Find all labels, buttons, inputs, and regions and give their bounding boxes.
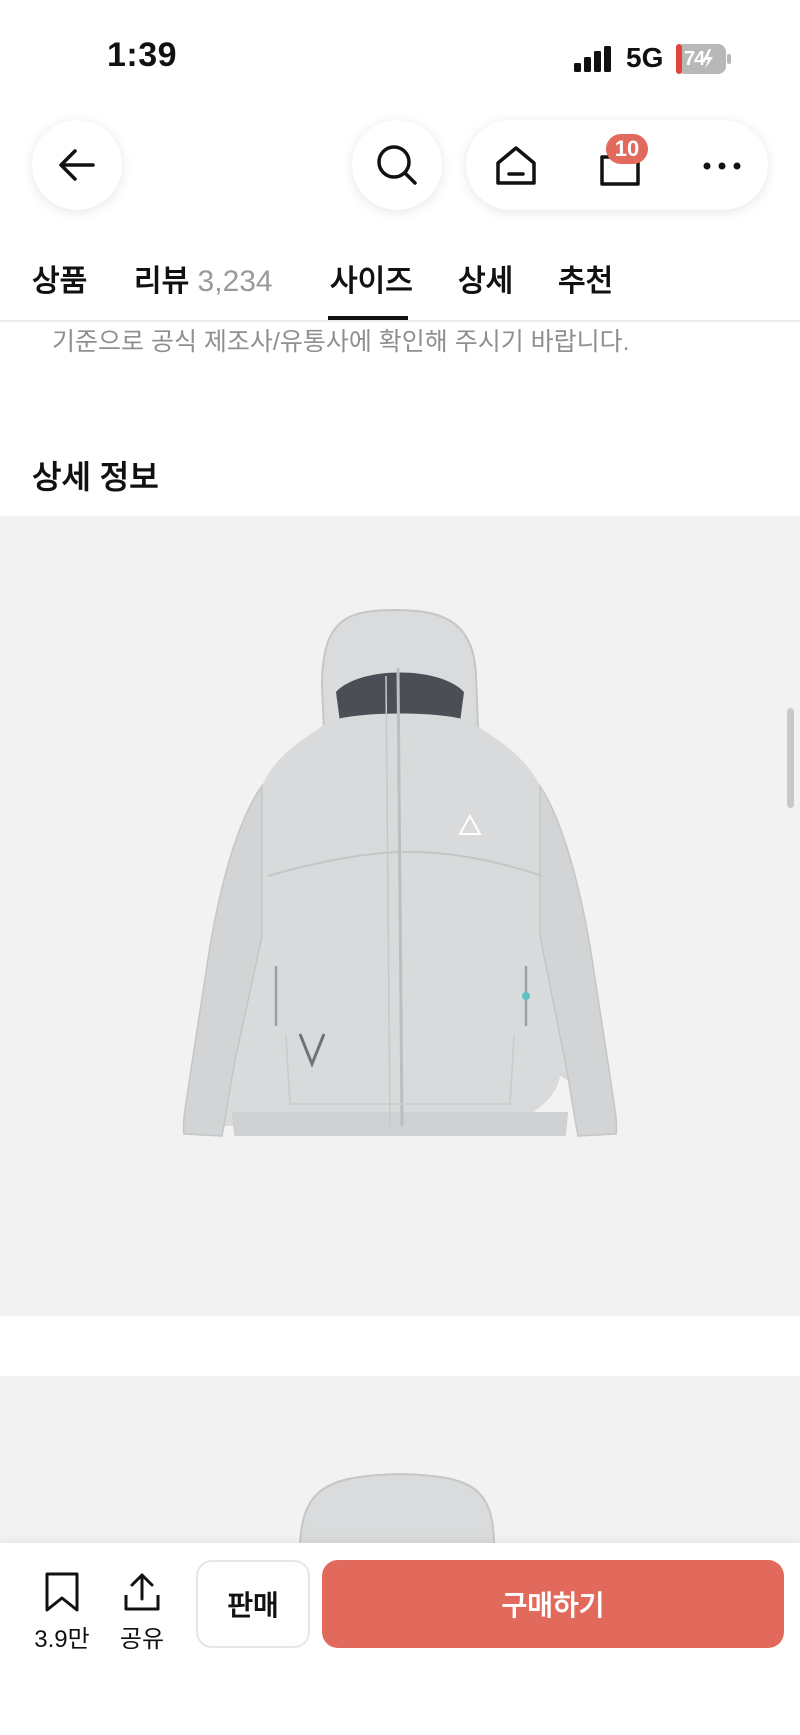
more-options-button[interactable] xyxy=(694,138,750,194)
home-icon xyxy=(496,146,536,185)
scrollbar[interactable] xyxy=(787,708,794,808)
tab-size[interactable]: 사이즈 xyxy=(330,256,413,300)
tab-review-label: 리뷰 xyxy=(134,265,190,298)
bookmark-button[interactable]: 3.9만 xyxy=(24,1571,100,1654)
search-icon xyxy=(377,145,417,185)
tab-product[interactable]: 상품 xyxy=(32,256,87,300)
section-title: 상세 정보 xyxy=(32,459,159,495)
sell-button[interactable]: 판매 xyxy=(196,1560,310,1648)
nav-actions-pill: 10 xyxy=(466,120,768,210)
battery-indicator: 74 xyxy=(676,44,732,74)
buy-button[interactable]: 구매하기 xyxy=(322,1560,784,1648)
bookmark-icon xyxy=(45,1572,79,1612)
cart-count-badge: 10 xyxy=(606,134,648,164)
back-arrow-icon xyxy=(59,149,95,181)
signal-strength-icon xyxy=(574,46,611,72)
tab-detail[interactable]: 상세 xyxy=(458,256,513,300)
share-icon xyxy=(124,1573,160,1611)
product-detail-image xyxy=(0,516,800,1316)
product-tabs: 상품 리뷰 3,234 사이즈 상세 추천 xyxy=(0,250,800,322)
bottom-action-bar: 3.9만 공유 판매 구매하기 xyxy=(0,1543,800,1735)
jacket-image xyxy=(182,608,618,1137)
tab-recommend[interactable]: 추천 xyxy=(558,256,613,300)
more-icon xyxy=(703,162,741,170)
tab-review[interactable]: 리뷰 3,234 xyxy=(134,256,273,300)
tab-review-count: 3,234 xyxy=(197,265,273,298)
share-label: 공유 xyxy=(119,1626,165,1653)
active-tab-indicator xyxy=(328,316,408,320)
search-button[interactable] xyxy=(352,120,442,210)
network-type: 5G xyxy=(626,42,664,73)
back-button[interactable] xyxy=(32,120,122,210)
bookmark-count: 3.9만 xyxy=(34,1626,90,1653)
size-notice-text: 기준으로 공식 제조사/유통사에 확인해 주시기 바랍니다. xyxy=(52,328,630,356)
battery-level: 74 xyxy=(684,48,705,70)
share-button[interactable]: 공유 xyxy=(104,1571,180,1654)
home-button[interactable] xyxy=(488,138,544,194)
status-time: 1:39 xyxy=(107,36,178,74)
